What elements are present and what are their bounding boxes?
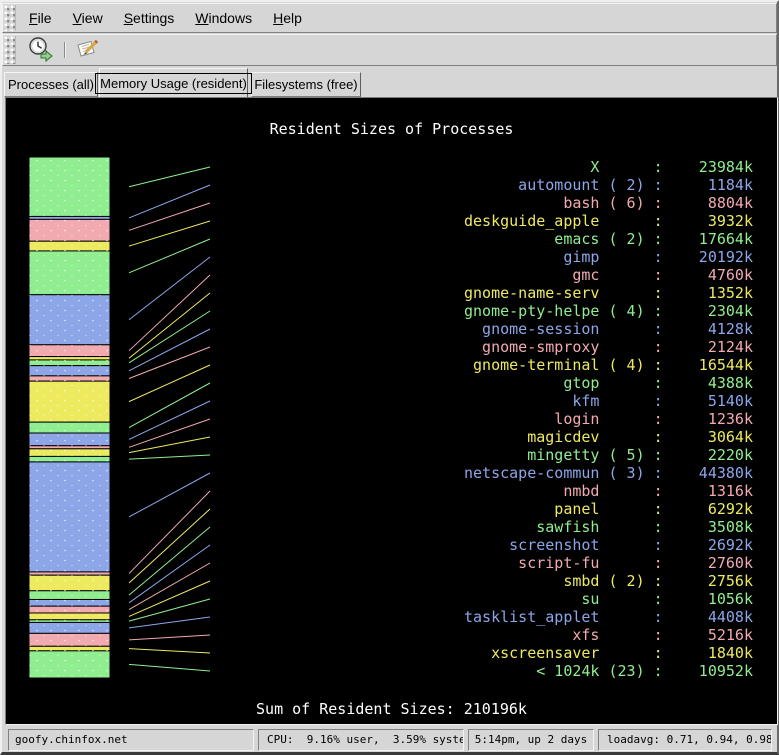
leader-line xyxy=(129,365,210,402)
leader-line xyxy=(129,383,210,428)
menu-view[interactable]: View xyxy=(64,4,115,32)
process-row: screenshot : 2692k xyxy=(464,536,764,554)
leader-line xyxy=(129,221,210,246)
process-row: < 1024k (23) : 10952k xyxy=(464,662,764,680)
dither-overlay xyxy=(29,157,110,678)
leader-line xyxy=(129,437,210,453)
process-row: automount ( 2) : 1184k xyxy=(464,176,764,194)
process-row: bash ( 6) : 8804k xyxy=(464,194,764,212)
memory-usage-chart-area: Resident Sizes of Processes X : 23984k a… xyxy=(5,97,778,725)
process-row: emacs ( 2) : 17664k xyxy=(464,230,764,248)
process-row: gimp : 20192k xyxy=(464,248,764,266)
process-row: magicdev : 3064k xyxy=(464,428,764,446)
leader-line xyxy=(129,203,210,230)
process-row: gnome-terminal ( 4) : 16544k xyxy=(464,356,764,374)
leader-line xyxy=(129,635,210,640)
leader-line xyxy=(129,455,210,459)
leader-line xyxy=(129,473,210,517)
notepad-pencil-button[interactable] xyxy=(72,36,102,64)
notepad-pencil-icon xyxy=(74,36,100,65)
toolbar-drag-handle[interactable] xyxy=(4,36,16,64)
toolbar xyxy=(2,34,777,66)
menu-help[interactable]: Help xyxy=(264,4,314,32)
process-row: gmc : 4760k xyxy=(464,266,764,284)
leader-line xyxy=(129,275,210,351)
toolbar-separator xyxy=(64,42,66,58)
process-list: X : 23984k automount ( 2) : 1184k bash (… xyxy=(464,158,764,680)
leader-line xyxy=(129,257,210,320)
process-row: tasklist_applet : 4408k xyxy=(464,608,764,626)
clock-forward-icon xyxy=(27,36,55,65)
process-row: X : 23984k xyxy=(464,158,764,176)
status-panel-hostname: goofy.chinfox.net xyxy=(8,729,254,751)
sum-of-resident-sizes-label: Sum of Resident Sizes: 210196k xyxy=(6,700,777,718)
status-panel-cpu: CPU: 9.16% user, 3.59% system xyxy=(258,729,464,751)
process-row: smbd ( 2) : 2756k xyxy=(464,572,764,590)
leader-line xyxy=(129,329,210,371)
leader-line xyxy=(129,545,210,603)
menu-bar: FileViewSettingsWindowsHelp xyxy=(2,3,777,33)
process-row: mingetty ( 5) : 2220k xyxy=(464,446,764,464)
clock-forward-button[interactable] xyxy=(26,36,56,64)
leader-line xyxy=(129,664,210,671)
process-row: gnome-pty-helpe ( 4) : 2304k xyxy=(464,302,764,320)
leader-line xyxy=(129,167,210,187)
tab-strip: Processes (all)Memory Usage (resident)Fi… xyxy=(2,68,777,97)
tab-memory-usage-resident[interactable]: Memory Usage (resident) xyxy=(99,68,248,97)
process-row: login : 1236k xyxy=(464,410,764,428)
process-row: kfm : 5140k xyxy=(464,392,764,410)
process-row: gnome-session : 4128k xyxy=(464,320,764,338)
status-panel-loadavg: loadavg: 0.71, 0.94, 0.98 xyxy=(598,729,772,751)
process-row: sawfish : 3508k xyxy=(464,518,764,536)
process-row: netscape-commun ( 3) : 44380k xyxy=(464,464,764,482)
leader-line xyxy=(129,239,210,273)
process-row: nmbd : 1316k xyxy=(464,482,764,500)
status-panel-uptime: 5:14pm, up 2 days xyxy=(468,729,594,751)
leader-line xyxy=(129,185,210,218)
process-row: gnome-name-serv : 1352k xyxy=(464,284,764,302)
tab-label: Filesystems (free) xyxy=(254,77,357,92)
menu-file[interactable]: File xyxy=(20,4,64,32)
menu-windows[interactable]: Windows xyxy=(186,4,264,32)
process-row: script-fu : 2760k xyxy=(464,554,764,572)
leader-line xyxy=(129,293,210,358)
menubar-drag-handle[interactable] xyxy=(4,5,16,31)
toolbar-buttons xyxy=(20,36,102,64)
leader-line xyxy=(129,509,210,583)
leader-line xyxy=(129,347,210,379)
leader-line xyxy=(129,311,210,363)
leader-line xyxy=(129,649,210,653)
tab-filesystems-free[interactable]: Filesystems (free) xyxy=(251,72,361,97)
process-row: xfs : 5216k xyxy=(464,626,764,644)
tab-label: Memory Usage (resident) xyxy=(95,73,252,94)
process-row: su : 1056k xyxy=(464,590,764,608)
status-bar: goofy.chinfox.netCPU: 9.16% user, 3.59% … xyxy=(2,729,777,752)
menu-items: FileViewSettingsWindowsHelp xyxy=(20,4,314,32)
process-row: panel : 6292k xyxy=(464,500,764,518)
process-row: gtop : 4388k xyxy=(464,374,764,392)
process-row: gnome-smproxy : 2124k xyxy=(464,338,764,356)
process-row: xscreensaver : 1840k xyxy=(464,644,764,662)
menu-settings[interactable]: Settings xyxy=(115,4,187,32)
tab-label: Processes (all) xyxy=(8,77,94,92)
gtop-window: FileViewSettingsWindowsHelp Processes (a… xyxy=(0,0,779,755)
process-row: deskguide_apple : 3932k xyxy=(464,212,764,230)
leader-line xyxy=(129,617,210,628)
tab-processes-all[interactable]: Processes (all) xyxy=(4,72,98,97)
